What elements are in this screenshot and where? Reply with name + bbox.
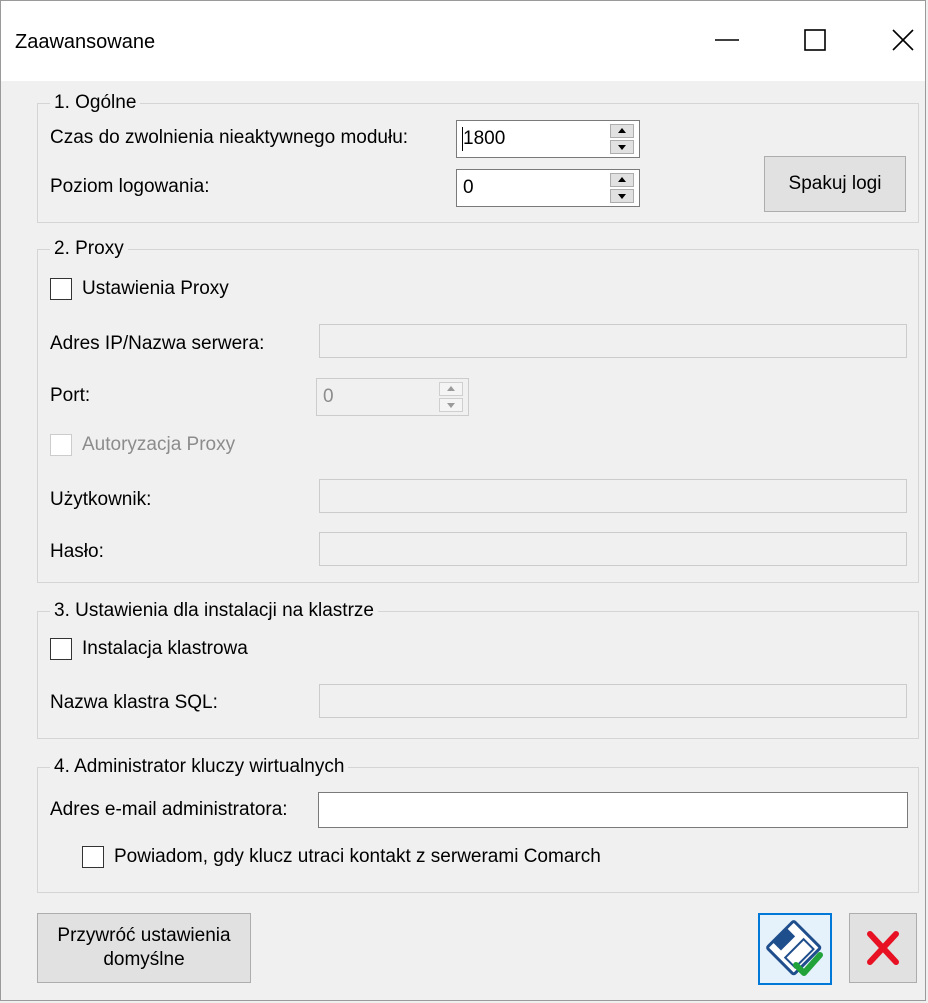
notify-label: Powiadom, gdy klucz utraci kontakt z ser…	[114, 846, 601, 867]
timeout-value: 1800	[463, 128, 506, 149]
proxy-port-value: 0	[323, 386, 334, 407]
proxy-address-input[interactable]	[319, 324, 907, 358]
close-icon	[892, 29, 914, 51]
cluster-install-checkbox[interactable]	[50, 638, 72, 660]
close-button[interactable]	[859, 1, 928, 81]
minimize-icon	[715, 39, 739, 41]
cluster-install-label: Instalacja klastrowa	[82, 638, 248, 659]
minimize-button[interactable]	[683, 1, 773, 81]
cancel-icon	[867, 931, 899, 965]
proxy-port-spinner[interactable]: 0	[316, 378, 469, 416]
proxy-password-input[interactable]	[319, 532, 907, 566]
window-title: Zaawansowane	[15, 31, 156, 53]
log-level-label: Poziom logowania:	[50, 176, 210, 197]
admin-legend: 4. Administrator kluczy wirtualnych	[50, 755, 349, 779]
proxy-settings-label: Ustawienia Proxy	[82, 278, 229, 299]
general-group: 1. Ogólne Czas do zwolnienia nieaktywneg…	[37, 91, 919, 223]
proxy-auth-checkbox[interactable]	[50, 434, 72, 456]
proxy-auth-label: Autoryzacja Proxy	[82, 434, 236, 455]
timeout-decrement-button[interactable]	[610, 140, 634, 154]
log-level-value: 0	[463, 177, 474, 198]
log-level-spinner[interactable]: 0	[456, 169, 640, 207]
log-level-spin-buttons	[610, 173, 636, 203]
proxy-password-label: Hasło:	[50, 541, 104, 562]
timeout-spin-buttons	[610, 124, 636, 154]
restore-defaults-button[interactable]: Przywróć ustawienia domyślne	[37, 913, 251, 983]
proxy-settings-checkbox[interactable]	[50, 278, 72, 300]
maximize-button[interactable]	[771, 1, 861, 81]
pack-logs-button[interactable]: Spakuj logi	[764, 156, 906, 212]
maximize-icon	[804, 29, 826, 51]
timeout-label: Czas do zwolnienia nieaktywnego modułu:	[50, 127, 409, 148]
timeout-increment-button[interactable]	[610, 124, 634, 138]
sql-cluster-input[interactable]	[319, 684, 907, 718]
admin-email-input[interactable]	[318, 792, 908, 828]
save-button[interactable]	[758, 913, 832, 985]
save-icon	[766, 920, 823, 976]
notify-checkbox[interactable]	[82, 846, 104, 868]
restore-defaults-line2: domyślne	[103, 949, 185, 970]
cluster-group: 3. Ustawienia dla instalacji na klastrze…	[37, 599, 919, 739]
timeout-spinner[interactable]: 1800	[456, 120, 640, 158]
admin-group: 4. Administrator kluczy wirtualnych Adre…	[37, 755, 919, 893]
cancel-button[interactable]	[849, 913, 917, 983]
proxy-port-increment-button[interactable]	[439, 382, 463, 396]
proxy-user-label: Użytkownik:	[50, 489, 152, 510]
restore-defaults-line1: Przywróć ustawienia	[57, 925, 231, 946]
log-level-increment-button[interactable]	[610, 173, 634, 187]
sql-cluster-label: Nazwa klastra SQL:	[50, 692, 218, 713]
title-bar: Zaawansowane	[1, 1, 925, 81]
proxy-user-input[interactable]	[319, 479, 907, 513]
proxy-port-label: Port:	[50, 385, 91, 406]
proxy-group: 2. Proxy Ustawienia Proxy Adres IP/Nazwa…	[37, 237, 919, 583]
proxy-port-decrement-button[interactable]	[439, 398, 463, 412]
proxy-address-label: Adres IP/Nazwa serwera:	[50, 333, 265, 354]
admin-email-label: Adres e-mail administratora:	[50, 799, 288, 820]
proxy-port-spin-buttons	[439, 382, 465, 412]
advanced-settings-window: Zaawansowane 1. Ogólne Czas do zwolnieni…	[0, 0, 926, 1001]
proxy-legend: 2. Proxy	[50, 237, 128, 261]
cluster-legend: 3. Ustawienia dla instalacji na klastrze	[50, 599, 378, 623]
log-level-decrement-button[interactable]	[610, 189, 634, 203]
general-legend: 1. Ogólne	[50, 91, 141, 115]
